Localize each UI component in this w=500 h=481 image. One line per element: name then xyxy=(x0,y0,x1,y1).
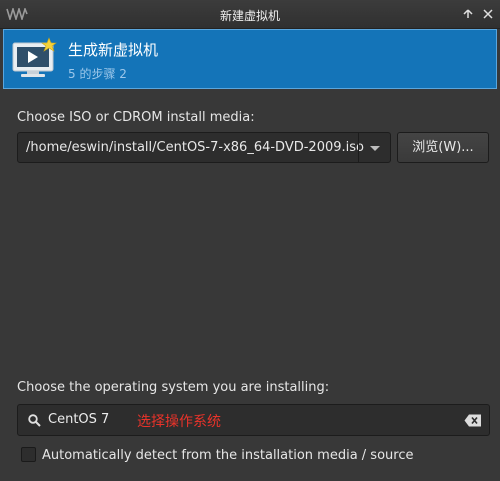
window-titlebar[interactable]: 新建虚拟机 xyxy=(0,0,500,29)
os-search-value: CentOS 7 xyxy=(48,412,110,427)
auto-detect-checkbox[interactable] xyxy=(21,447,36,462)
iso-path-combobox[interactable]: /home/eswin/install/CentOS-7-x86_64-DVD-… xyxy=(17,132,391,163)
close-button[interactable] xyxy=(478,5,498,23)
combo-divider xyxy=(358,133,359,162)
wizard-title: 生成新虚拟机 xyxy=(68,41,159,59)
arrow-up-icon xyxy=(463,9,473,18)
browse-button[interactable]: 浏览(W)... xyxy=(397,132,489,163)
search-icon xyxy=(28,414,41,427)
close-icon xyxy=(483,9,493,19)
auto-detect-label[interactable]: Automatically detect from the installati… xyxy=(42,448,413,463)
os-search-input[interactable]: CentOS 7 选择操作系统 xyxy=(17,404,490,436)
window-title: 新建虚拟机 xyxy=(219,9,280,23)
install-media-label: Choose ISO or CDROM install media: xyxy=(17,110,255,125)
iso-path-value[interactable]: /home/eswin/install/CentOS-7-x86_64-DVD-… xyxy=(26,140,364,155)
maximize-button[interactable] xyxy=(458,5,478,23)
new-vm-monitor-icon xyxy=(12,37,57,77)
chevron-down-icon[interactable] xyxy=(370,146,380,151)
wizard-header: 生成新虚拟机 5 的步骤 2 xyxy=(3,29,497,89)
select-os-annotation: 选择操作系统 xyxy=(137,414,221,430)
clear-text-icon[interactable] xyxy=(464,414,482,427)
wizard-step-indicator: 5 的步骤 2 xyxy=(68,67,127,81)
os-select-label: Choose the operating system you are inst… xyxy=(17,380,330,395)
